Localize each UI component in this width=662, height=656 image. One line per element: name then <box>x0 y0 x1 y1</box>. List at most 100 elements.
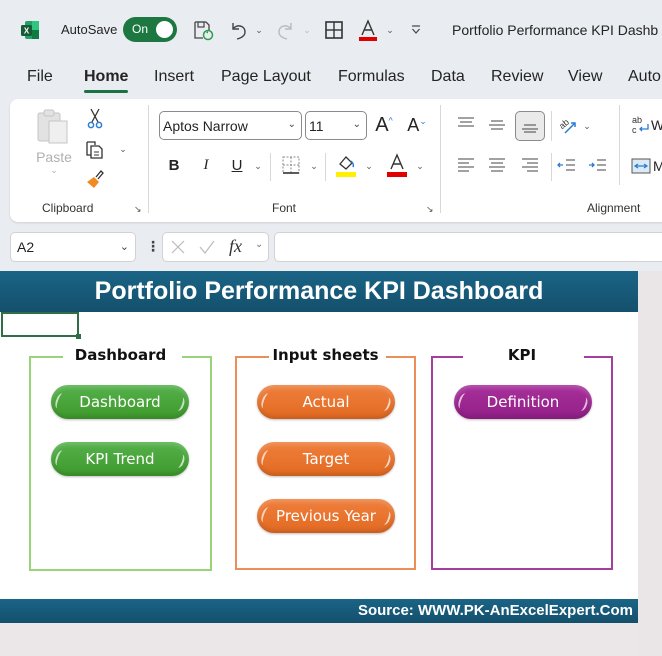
tab-file[interactable]: File <box>27 68 53 86</box>
fill-color-button[interactable] <box>335 152 357 178</box>
selected-cell-a2[interactable] <box>1 312 81 339</box>
tab-page-layout[interactable]: Page Layout <box>221 68 311 86</box>
button-label: Definition <box>486 393 560 411</box>
tab-formulas[interactable]: Formulas <box>338 68 405 86</box>
button-label: KPI Trend <box>85 450 155 468</box>
align-top-button[interactable] <box>455 112 477 134</box>
underline-dropdown-icon[interactable]: ⌄ <box>252 159 264 173</box>
clipboard-launcher-icon[interactable]: ↘ <box>134 204 144 214</box>
separator <box>440 105 441 213</box>
autosave-label: AutoSave <box>61 22 118 37</box>
redo-icon <box>278 23 292 40</box>
fill-color-dropdown-icon[interactable]: ⌄ <box>363 159 375 173</box>
cancel-icon[interactable] <box>171 240 185 254</box>
save-sync-button[interactable] <box>191 18 215 42</box>
formula-bar-grip-icon[interactable]: ⋮ <box>146 238 160 255</box>
align-center-button[interactable] <box>486 154 508 176</box>
borders-button[interactable] <box>322 18 346 42</box>
redo-dropdown-icon[interactable]: ⌄ <box>302 18 312 42</box>
paste-button[interactable]: Paste ⌄ <box>34 107 74 187</box>
dashboard-header: Portfolio Performance KPI Dashboard <box>0 271 638 312</box>
customize-toolbar-icon <box>412 25 420 34</box>
increase-indent-button[interactable] <box>586 154 608 176</box>
italic-button[interactable]: I <box>196 154 216 176</box>
excel-logo-icon: X <box>21 21 39 39</box>
autosave-toggle[interactable]: On <box>123 17 177 42</box>
increase-font-size-button[interactable]: A^ <box>372 113 396 137</box>
borders-button[interactable] <box>280 154 302 176</box>
tab-automate[interactable]: Auto <box>628 68 661 86</box>
worksheet[interactable]: Portfolio Performance KPI Dashboard Dash… <box>0 271 638 623</box>
toggle-knob <box>156 21 173 38</box>
copy-button[interactable] <box>82 137 106 161</box>
tab-view[interactable]: View <box>568 68 602 86</box>
align-right-button[interactable] <box>519 154 541 176</box>
decrease-indent-icon <box>557 159 575 171</box>
merge-center-button[interactable]: M <box>631 154 662 178</box>
font-color-dropdown-icon[interactable]: ⌄ <box>385 18 395 42</box>
font-size-value: 11 <box>309 117 324 134</box>
font-size-dropdown[interactable]: 11 ⌄ <box>305 111 367 140</box>
chevron-down-icon: ⌄ <box>352 119 361 130</box>
document-title: Portfolio Performance KPI Dashb <box>452 22 659 38</box>
font-launcher-icon[interactable]: ↘ <box>426 204 436 214</box>
panel-title: Input sheets <box>272 346 379 364</box>
align-left-button[interactable] <box>455 154 477 176</box>
increase-indent-icon <box>589 159 606 171</box>
orientation-dropdown-icon[interactable]: ⌄ <box>581 119 593 133</box>
insert-function-button[interactable]: fx <box>229 236 242 257</box>
title-bar: X AutoSave On ⌄ ⌄ ⌄ Portfolio Performanc… <box>0 0 662 60</box>
borders-icon <box>282 156 300 174</box>
borders-icon <box>325 21 343 39</box>
redo-button[interactable] <box>273 18 299 42</box>
tab-insert[interactable]: Insert <box>154 68 194 86</box>
fill-color-icon <box>336 156 356 177</box>
borders-dropdown-icon[interactable]: ⌄ <box>308 159 320 173</box>
undo-button[interactable] <box>225 18 251 42</box>
align-middle-button[interactable] <box>486 114 508 136</box>
definition-button[interactable]: Definition <box>454 385 592 419</box>
tab-home[interactable]: Home <box>84 68 129 93</box>
decrease-font-size-button[interactable]: A⌄ <box>405 113 429 137</box>
underline-button[interactable]: U <box>227 154 247 176</box>
tab-review[interactable]: Review <box>491 68 543 86</box>
decrease-indent-button[interactable] <box>555 154 577 176</box>
formula-input[interactable] <box>274 232 662 262</box>
font-color-button[interactable] <box>386 152 408 178</box>
format-painter-button[interactable] <box>83 167 107 191</box>
dashboard-button[interactable]: Dashboard <box>51 385 189 419</box>
paste-label: Paste <box>36 149 72 165</box>
tab-data[interactable]: Data <box>431 68 465 86</box>
copy-dropdown-icon[interactable]: ⌄ <box>117 142 129 156</box>
font-color-button[interactable] <box>356 18 380 42</box>
enter-check-icon[interactable] <box>199 240 215 254</box>
previous-year-button[interactable]: Previous Year <box>257 499 395 533</box>
name-box[interactable]: A2 ⌄ <box>10 232 136 262</box>
font-name-dropdown[interactable]: Aptos Narrow ⌄ <box>159 111 302 140</box>
font-color-icon <box>359 19 377 41</box>
actual-button[interactable]: Actual <box>257 385 395 419</box>
save-sync-icon <box>194 21 214 41</box>
paste-icon <box>37 109 68 144</box>
fx-dropdown-icon[interactable]: ⌄ <box>255 239 263 250</box>
button-label: Dashboard <box>79 393 161 411</box>
customize-toolbar-button[interactable] <box>409 18 423 42</box>
font-color-icon <box>387 153 407 177</box>
font-color-dropdown-icon[interactable]: ⌄ <box>414 159 426 173</box>
separator <box>148 105 149 213</box>
align-bottom-button[interactable] <box>515 111 545 141</box>
wrap-text-label: W <box>651 117 662 133</box>
cut-button[interactable] <box>84 107 106 129</box>
button-label: Previous Year <box>276 507 376 525</box>
orientation-button[interactable]: ab <box>555 113 579 137</box>
separator <box>551 111 552 141</box>
sheet-background <box>0 623 638 656</box>
bold-button[interactable]: B <box>164 154 184 176</box>
kpi-trend-button[interactable]: KPI Trend <box>51 442 189 476</box>
wrap-text-button[interactable]: ab c W <box>631 113 662 137</box>
target-button[interactable]: Target <box>257 442 395 476</box>
increase-font-icon: A^ <box>375 113 393 136</box>
separator <box>551 153 552 181</box>
undo-dropdown-icon[interactable]: ⌄ <box>254 18 264 42</box>
sheet-background <box>638 271 662 656</box>
